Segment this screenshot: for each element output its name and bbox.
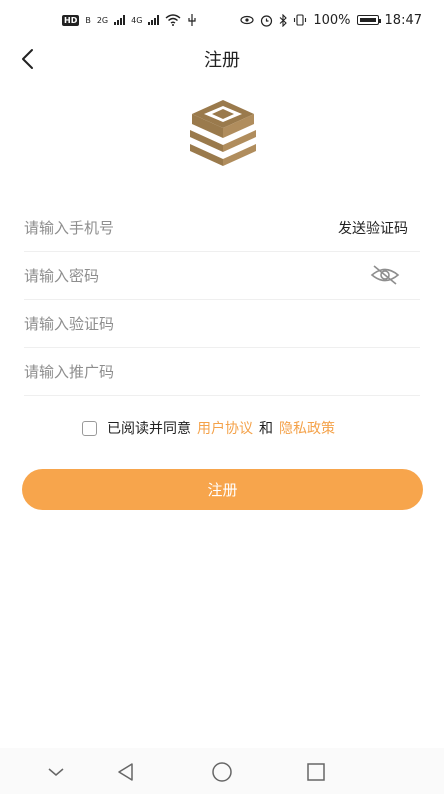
- recent-square-icon[interactable]: [304, 760, 328, 784]
- battery-percent: 100%: [313, 12, 351, 28]
- alarm-icon: [261, 14, 273, 27]
- phone-input[interactable]: [24, 218, 304, 237]
- status-bar: HD B 2G 4G 100% 18:47: [0, 0, 444, 40]
- privacy-policy-link[interactable]: 隐私政策: [279, 418, 335, 438]
- signal-icon: [114, 15, 126, 25]
- status-left: HD B 2G 4G: [62, 14, 197, 26]
- brand-logo: [190, 100, 256, 166]
- header: 注册: [0, 40, 444, 78]
- promo-code-input[interactable]: [24, 362, 304, 381]
- bluetooth-icon: [279, 13, 288, 27]
- verification-code-input[interactable]: [24, 314, 304, 333]
- register-form: 发送验证码: [24, 204, 420, 396]
- system-nav-bar: [0, 748, 444, 794]
- password-row: [24, 252, 420, 300]
- b-indicator: B: [85, 15, 91, 25]
- agreement-checkbox[interactable]: [82, 420, 97, 436]
- agreement-prefix: 已阅读并同意: [107, 421, 191, 437]
- page-title: 注册: [204, 50, 240, 71]
- vibrate-icon: [294, 14, 307, 26]
- signal-icon-2: [148, 15, 160, 25]
- password-input[interactable]: [24, 266, 304, 285]
- battery-icon: [356, 15, 381, 25]
- usb-icon: [188, 14, 197, 26]
- promo-row: [24, 348, 420, 396]
- chevron-down-icon[interactable]: [44, 760, 68, 784]
- agreement-and: 和: [259, 421, 273, 437]
- home-circle-icon[interactable]: [210, 760, 234, 784]
- status-right: 100% 18:47: [240, 13, 422, 28]
- agreement-row: 已阅读并同意 用户协议 和 隐私政策: [82, 417, 335, 439]
- code-row: [24, 300, 420, 348]
- register-button[interactable]: 注册: [22, 469, 423, 510]
- hd-badge: HD: [62, 14, 80, 26]
- phone-row: 发送验证码: [24, 204, 420, 252]
- network-2g-label: 2G: [96, 15, 109, 25]
- eye-off-icon[interactable]: [370, 264, 400, 286]
- back-triangle-icon[interactable]: [114, 760, 138, 784]
- user-agreement-link[interactable]: 用户协议: [197, 418, 253, 438]
- send-code-button[interactable]: 发送验证码: [338, 218, 408, 238]
- eye-comfort-icon: [240, 15, 254, 25]
- network-4g-label: 4G: [131, 15, 143, 25]
- wifi-icon: [165, 14, 181, 26]
- clock-time: 18:47: [384, 12, 422, 28]
